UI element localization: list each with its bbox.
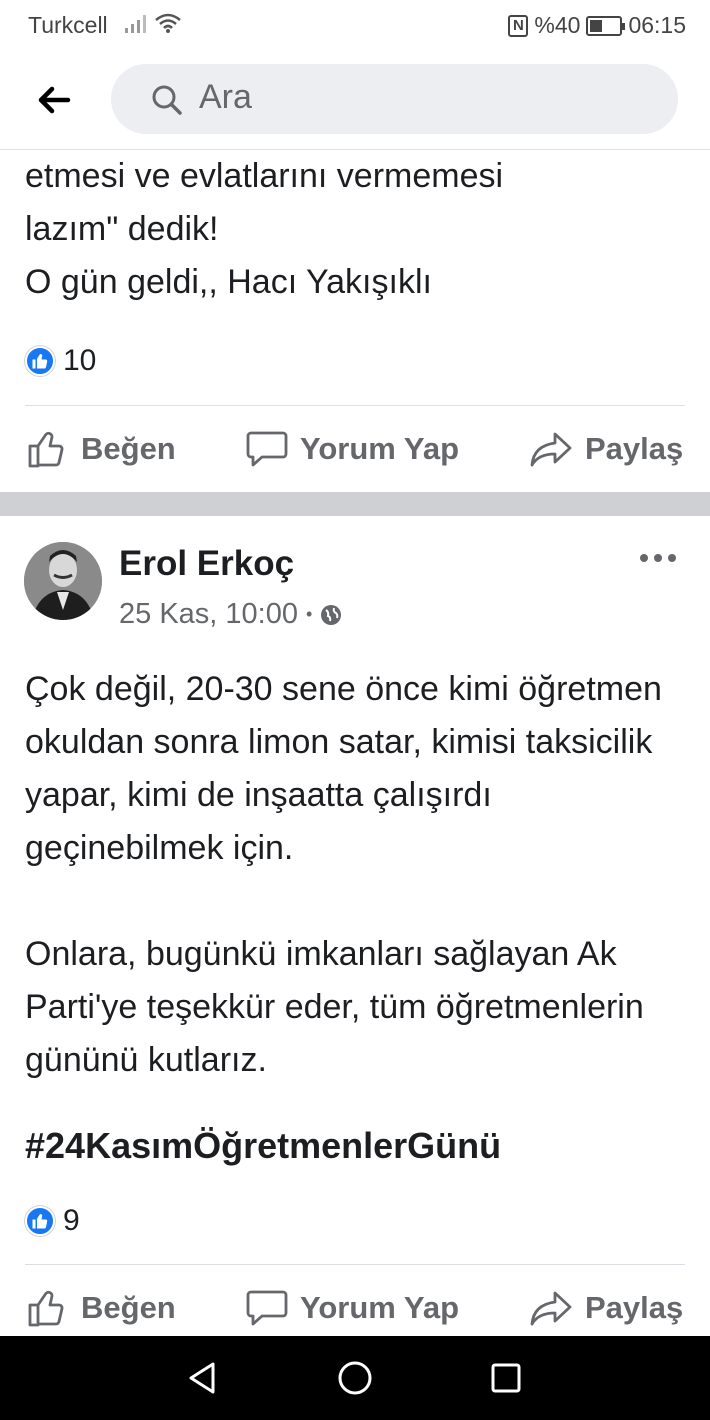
thumbs-up-icon xyxy=(28,431,64,468)
like-count: 9 xyxy=(63,1204,80,1237)
share-arrow-icon xyxy=(530,432,572,467)
comment-label: Yorum Yap xyxy=(300,431,460,466)
share-label: Paylaş xyxy=(585,1290,684,1325)
share-label: Paylaş xyxy=(585,431,684,466)
post-actions: Beğen Yorum Yap Paylaş xyxy=(0,414,710,484)
reaction-summary[interactable]: 9 xyxy=(25,1204,80,1238)
arrow-left-icon[interactable] xyxy=(34,80,74,120)
search-placeholder: Ara xyxy=(199,78,252,116)
battery-percent: %40 xyxy=(534,12,581,38)
like-label: Beğen xyxy=(81,431,176,466)
hashtag-link[interactable]: #24KasımÖğretmenlerGünü xyxy=(25,1125,501,1167)
comment-button[interactable]: Yorum Yap xyxy=(246,414,459,484)
meta-separator: • xyxy=(305,604,313,624)
status-bar: Turkcell N %40 06:15 xyxy=(0,0,710,50)
share-button[interactable]: Paylaş xyxy=(529,1273,683,1343)
search-header: Ara xyxy=(0,50,710,150)
like-count: 10 xyxy=(63,344,97,377)
more-dots-icon[interactable] xyxy=(638,548,678,568)
signal-icon xyxy=(125,15,146,33)
author-name[interactable]: Erol Erkoç xyxy=(119,544,294,584)
speech-bubble-icon xyxy=(246,1290,288,1326)
post-text-line: lazım" dedik! xyxy=(25,210,219,248)
post-meta: 25 Kas, 10:00 • xyxy=(119,598,342,631)
comment-label: Yorum Yap xyxy=(300,1290,460,1325)
post-body: Çok değil, 20-30 sene önce kimi öğretmen… xyxy=(25,663,695,1140)
thumbs-up-icon xyxy=(28,1290,64,1327)
home-circle-icon[interactable] xyxy=(335,1358,375,1398)
nfc-icon: N xyxy=(508,14,529,37)
like-button[interactable]: Beğen xyxy=(27,414,176,484)
post-paragraph: Onlara, bugünkü imkanları sağlayan Ak Pa… xyxy=(25,935,644,1079)
speech-bubble-icon xyxy=(246,431,288,467)
post-text-line: etmesi ve evlatlarını vermemesi xyxy=(25,157,504,195)
comment-button[interactable]: Yorum Yap xyxy=(246,1273,459,1343)
search-input[interactable]: Ara xyxy=(111,64,678,134)
like-button[interactable]: Beğen xyxy=(27,1273,176,1343)
clock: 06:15 xyxy=(628,12,686,38)
divider xyxy=(25,405,685,406)
globe-icon xyxy=(321,604,342,625)
share-button[interactable]: Paylaş xyxy=(529,414,683,484)
battery-icon xyxy=(586,15,626,36)
reaction-summary[interactable]: 10 xyxy=(25,344,96,378)
divider xyxy=(25,1264,685,1265)
like-reaction-icon xyxy=(25,346,55,376)
post-paragraph: Çok değil, 20-30 sene önce kimi öğretmen… xyxy=(25,670,662,867)
previous-post-text: etmesi ve evlatlarını vermemesi lazım" d… xyxy=(25,150,685,350)
feed-separator xyxy=(0,492,710,516)
like-label: Beğen xyxy=(81,1290,176,1325)
post-actions: Beğen Yorum Yap Paylaş xyxy=(0,1273,710,1343)
carrier-name: Turkcell xyxy=(28,12,108,38)
share-arrow-icon xyxy=(530,1291,572,1326)
back-triangle-icon[interactable] xyxy=(183,1358,223,1398)
navigation-bar xyxy=(0,1336,710,1420)
recents-square-icon[interactable] xyxy=(486,1358,526,1398)
wifi-icon xyxy=(155,13,181,33)
avatar[interactable] xyxy=(24,542,102,620)
post-timestamp[interactable]: 25 Kas, 10:00 xyxy=(119,598,298,631)
like-reaction-icon xyxy=(25,1206,55,1236)
post-text-line: O gün geldi,, Hacı Yakışıklı xyxy=(25,263,432,301)
search-icon xyxy=(152,85,182,115)
